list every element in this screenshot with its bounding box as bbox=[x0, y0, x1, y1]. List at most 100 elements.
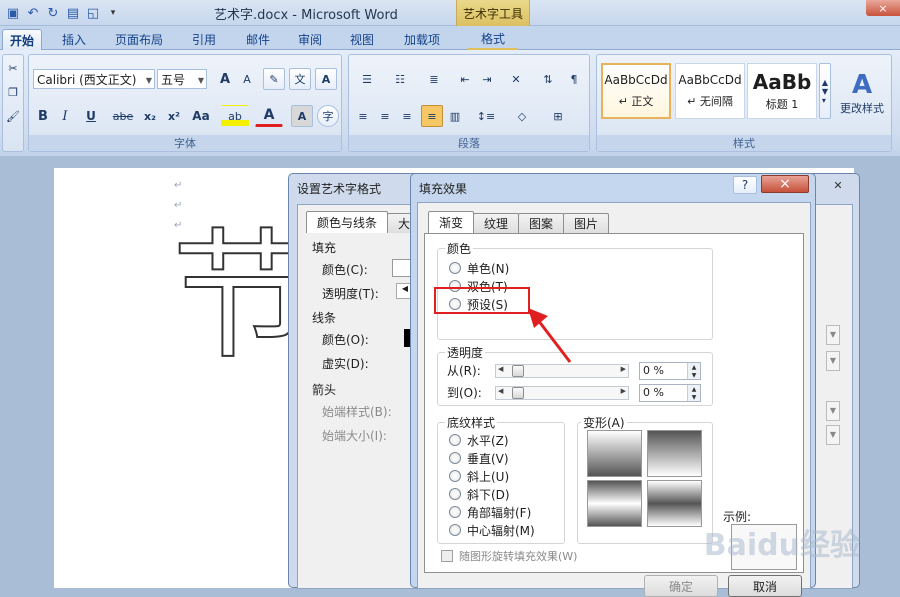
phonetic-guide-button[interactable]: 文 bbox=[289, 68, 311, 90]
subscript-button[interactable]: x₂ bbox=[139, 105, 161, 127]
chinese-layout-icon[interactable]: ✕ bbox=[501, 68, 531, 90]
style-heading-1[interactable]: AaBb 标题 1 bbox=[747, 63, 817, 119]
redo-icon[interactable]: ↻ bbox=[44, 4, 62, 22]
align-center-icon[interactable]: ≡ bbox=[375, 105, 395, 127]
sort-icon[interactable]: ⇅ bbox=[537, 68, 559, 90]
spin-down-icon[interactable]: ▼ bbox=[687, 393, 700, 401]
italic-button[interactable]: I bbox=[55, 105, 75, 127]
tab-review[interactable]: 审阅 bbox=[290, 29, 330, 50]
diagonal-up-label: 斜上(U) bbox=[467, 470, 510, 484]
enclose-char-button[interactable]: 字 bbox=[317, 105, 339, 127]
chevron-down-icon[interactable]: ▼ bbox=[826, 425, 840, 445]
tab-picture[interactable]: 图片 bbox=[563, 213, 610, 233]
variant-swatch-3[interactable] bbox=[587, 480, 642, 527]
copy-icon[interactable]: ❐ bbox=[3, 83, 23, 101]
horizontal-radio[interactable] bbox=[449, 434, 461, 446]
tab-colors-lines[interactable]: 颜色与线条 bbox=[306, 211, 389, 233]
char-shading-button[interactable]: A bbox=[291, 105, 313, 127]
tab-format[interactable]: 格式 bbox=[468, 29, 518, 50]
grow-font-button[interactable]: A bbox=[215, 68, 235, 90]
tab-insert[interactable]: 插入 bbox=[54, 29, 94, 50]
vertical-label: 垂直(V) bbox=[467, 452, 509, 466]
fill-close-button[interactable]: × bbox=[761, 175, 809, 193]
chevron-down-icon[interactable]: ▼ bbox=[826, 351, 840, 371]
variant-swatch-4[interactable] bbox=[647, 480, 702, 527]
cancel-button[interactable]: 取消 bbox=[728, 575, 802, 597]
help-button[interactable]: ? bbox=[733, 176, 757, 194]
shrink-font-button[interactable]: A bbox=[237, 68, 257, 90]
chevron-down-icon[interactable]: ▼ bbox=[826, 325, 840, 345]
fill-color-label: 颜色(C): bbox=[322, 263, 368, 277]
open-icon[interactable]: ▤ bbox=[64, 4, 82, 22]
chevron-down-icon[interactable]: ▼ bbox=[826, 401, 840, 421]
undo-icon[interactable]: ↶ bbox=[24, 4, 42, 22]
style-normal[interactable]: AaBbCcDd ↵ 正文 bbox=[601, 63, 671, 119]
print-preview-icon[interactable]: ◱ bbox=[84, 4, 102, 22]
variant-swatch-2[interactable] bbox=[647, 430, 702, 477]
spin-down-icon[interactable]: ▼ bbox=[687, 371, 700, 379]
format-painter-icon[interactable]: 🖌 bbox=[3, 107, 23, 125]
vertical-radio[interactable] bbox=[449, 452, 461, 464]
tab-addins[interactable]: 加载项 bbox=[396, 29, 448, 50]
numbering-icon[interactable]: ☷ bbox=[385, 68, 415, 90]
borders-icon[interactable]: ⊞ bbox=[543, 105, 573, 127]
from-center-label: 中心辐射(M) bbox=[467, 524, 535, 538]
char-border-button[interactable]: A bbox=[315, 68, 337, 90]
tab-gradient[interactable]: 渐变 bbox=[428, 211, 475, 233]
line-spacing-icon[interactable]: ↕≡ bbox=[471, 105, 501, 127]
show-marks-icon[interactable]: ¶ bbox=[563, 68, 585, 90]
superscript-button[interactable]: x² bbox=[163, 105, 185, 127]
change-styles-button[interactable]: A 更改样式 bbox=[835, 61, 889, 125]
from-center-radio[interactable] bbox=[449, 524, 461, 536]
one-color-radio[interactable] bbox=[449, 262, 461, 274]
to-spin[interactable]: 0 % ▲ ▼ bbox=[639, 384, 701, 402]
justify-icon[interactable]: ≡ bbox=[421, 105, 443, 127]
spin-up-icon[interactable]: ▲ bbox=[687, 363, 700, 371]
decrease-indent-icon[interactable]: ⇤ bbox=[455, 68, 475, 90]
diagonal-up-radio[interactable] bbox=[449, 470, 461, 482]
from-corner-radio[interactable] bbox=[449, 506, 461, 518]
rotate-checkbox[interactable] bbox=[441, 550, 453, 562]
align-left-icon[interactable]: ≡ bbox=[353, 105, 373, 127]
tab-page-layout[interactable]: 页面布局 bbox=[108, 29, 170, 50]
paragraph-group: ☰ ☷ ≣ ⇤ ⇥ ✕ ⇅ ¶ ≡ ≡ ≡ ≡ ▥ ↕≡ ◇ ⊞ 段落 bbox=[348, 54, 590, 152]
multilevel-list-icon[interactable]: ≣ bbox=[419, 68, 449, 90]
ok-button[interactable]: 确定 bbox=[644, 575, 718, 597]
to-slider-thumb[interactable] bbox=[512, 387, 524, 399]
style-no-spacing[interactable]: AaBbCcDd ↵ 无间隔 bbox=[675, 63, 745, 119]
align-right-icon[interactable]: ≡ bbox=[397, 105, 417, 127]
diagonal-down-radio[interactable] bbox=[449, 488, 461, 500]
save-icon[interactable]: ▣ bbox=[4, 4, 22, 22]
cut-icon[interactable]: ✂ bbox=[3, 59, 23, 77]
quick-access-toolbar: ▣ ↶ ↻ ▤ ◱ ▾ bbox=[4, 3, 122, 23]
fill-color-picker[interactable] bbox=[392, 259, 412, 277]
variant-swatch-1[interactable] bbox=[587, 430, 642, 477]
increase-indent-icon[interactable]: ⇥ bbox=[477, 68, 497, 90]
tab-mailings[interactable]: 邮件 bbox=[238, 29, 278, 50]
customize-qat-icon[interactable]: ▾ bbox=[104, 4, 122, 22]
tab-home[interactable]: 开始 bbox=[2, 29, 42, 50]
distribute-icon[interactable]: ▥ bbox=[445, 105, 465, 127]
change-case-button[interactable]: Aa bbox=[187, 105, 215, 127]
tab-references[interactable]: 引用 bbox=[184, 29, 224, 50]
shading-icon[interactable]: ◇ bbox=[507, 105, 537, 127]
to-slider[interactable]: ◀ ▶ bbox=[495, 386, 629, 400]
bold-button[interactable]: B bbox=[33, 105, 53, 127]
font-size-combo[interactable]: 五号 ▼ bbox=[157, 69, 207, 89]
font-name-combo[interactable]: Calibri (西文正文) ▼ bbox=[33, 69, 155, 89]
styles-scroll[interactable]: ▲ ▼ ▾ bbox=[819, 63, 831, 119]
underline-button[interactable]: U bbox=[79, 105, 103, 127]
from-spin[interactable]: 0 % ▲ ▼ bbox=[639, 362, 701, 380]
window-close-button[interactable]: × bbox=[866, 0, 900, 16]
clear-format-button[interactable]: ✎ bbox=[263, 68, 285, 90]
dialog-close-icon[interactable]: ✕ bbox=[819, 176, 857, 194]
highlight-button[interactable]: ab bbox=[221, 105, 249, 127]
tab-view[interactable]: 视图 bbox=[342, 29, 382, 50]
strikethrough-button[interactable]: abe bbox=[109, 105, 137, 127]
bullets-icon[interactable]: ☰ bbox=[353, 68, 381, 90]
slider-left-icon: ◀ bbox=[498, 365, 504, 373]
font-color-button[interactable]: A bbox=[255, 105, 283, 127]
tab-texture[interactable]: 纹理 bbox=[473, 213, 520, 233]
tab-pattern[interactable]: 图案 bbox=[518, 213, 565, 233]
spin-up-icon[interactable]: ▲ bbox=[687, 385, 700, 393]
